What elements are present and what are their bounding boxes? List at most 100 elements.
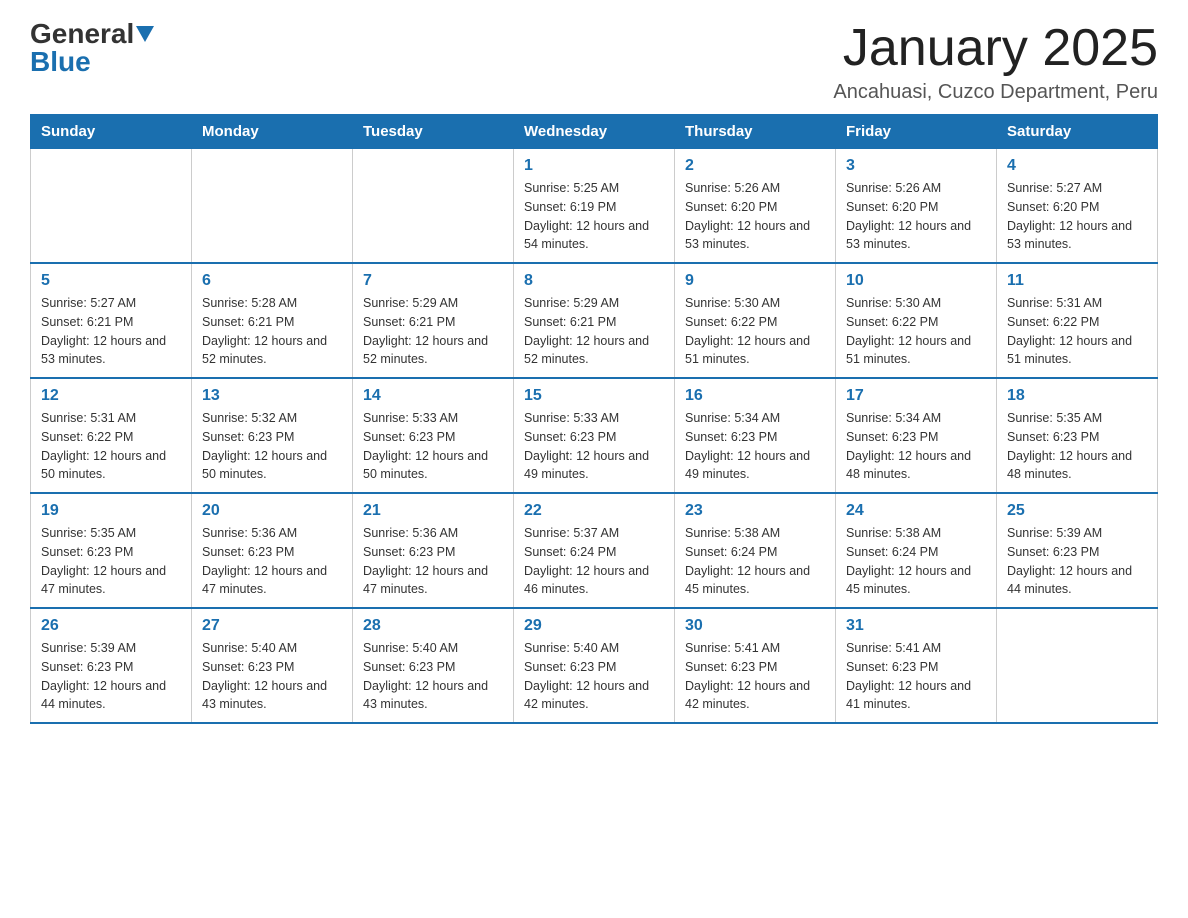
calendar-week-row: 26 Sunrise: 5:39 AMSunset: 6:23 PMDayligh…: [31, 608, 1158, 723]
day-number: 26: [41, 617, 181, 635]
calendar-cell: 26 Sunrise: 5:39 AMSunset: 6:23 PMDayligh…: [31, 608, 192, 723]
day-number: 14: [363, 387, 503, 405]
logo-general-text: General: [30, 20, 134, 48]
day-number: 6: [202, 272, 342, 290]
day-info: Sunrise: 5:41 AMSunset: 6:23 PMDaylight:…: [685, 639, 825, 714]
day-number: 3: [846, 157, 986, 175]
day-info: Sunrise: 5:34 AMSunset: 6:23 PMDaylight:…: [846, 409, 986, 484]
day-number: 28: [363, 617, 503, 635]
day-number: 22: [524, 502, 664, 520]
day-info: Sunrise: 5:36 AMSunset: 6:23 PMDaylight:…: [202, 524, 342, 599]
title-section: January 2025 Ancahuasi, Cuzco Department…: [833, 20, 1158, 104]
calendar-cell: 15 Sunrise: 5:33 AMSunset: 6:23 PMDayligh…: [514, 378, 675, 493]
calendar-cell: 29Sunrise: 5:40 AMSunset: 6:23 PMDayligh…: [514, 608, 675, 723]
day-info: Sunrise: 5:39 AMSunset: 6:23 PMDaylight:…: [41, 639, 181, 714]
calendar-cell: 21Sunrise: 5:36 AMSunset: 6:23 PMDayligh…: [353, 493, 514, 608]
calendar-cell: [353, 149, 514, 264]
logo: General Blue: [30, 20, 154, 76]
day-number: 24: [846, 502, 986, 520]
calendar-cell: 9 Sunrise: 5:30 AMSunset: 6:22 PMDaylight…: [675, 263, 836, 378]
day-number: 27: [202, 617, 342, 635]
calendar-cell: 28 Sunrise: 5:40 AMSunset: 6:23 PMDayligh…: [353, 608, 514, 723]
day-number: 9: [685, 272, 825, 290]
day-number: 13: [202, 387, 342, 405]
calendar-header-row: SundayMondayTuesdayWednesdayThursdayFrid…: [31, 115, 1158, 149]
day-number: 7: [363, 272, 503, 290]
calendar-cell: 2 Sunrise: 5:26 AMSunset: 6:20 PMDaylight…: [675, 149, 836, 264]
weekday-header-monday: Monday: [192, 115, 353, 149]
day-number: 12: [41, 387, 181, 405]
day-number: 25: [1007, 502, 1147, 520]
calendar-cell: 1 Sunrise: 5:25 AMSunset: 6:19 PMDaylight…: [514, 149, 675, 264]
calendar-cell: 24 Sunrise: 5:38 AMSunset: 6:24 PMDayligh…: [836, 493, 997, 608]
day-info: Sunrise: 5:26 AMSunset: 6:20 PMDaylight:…: [846, 179, 986, 254]
day-number: 11: [1007, 272, 1147, 290]
day-info: Sunrise: 5:40 AMSunset: 6:23 PMDaylight:…: [524, 639, 664, 714]
calendar-week-row: 1 Sunrise: 5:25 AMSunset: 6:19 PMDaylight…: [31, 149, 1158, 264]
day-info: Sunrise: 5:35 AMSunset: 6:23 PMDaylight:…: [41, 524, 181, 599]
day-number: 1: [524, 157, 664, 175]
calendar-cell: 23 Sunrise: 5:38 AMSunset: 6:24 PMDayligh…: [675, 493, 836, 608]
day-info: Sunrise: 5:33 AMSunset: 6:23 PMDaylight:…: [524, 409, 664, 484]
calendar-body: 1 Sunrise: 5:25 AMSunset: 6:19 PMDaylight…: [31, 149, 1158, 724]
day-number: 15: [524, 387, 664, 405]
day-info: Sunrise: 5:27 AMSunset: 6:21 PMDaylight:…: [41, 294, 181, 369]
calendar-cell: 8Sunrise: 5:29 AMSunset: 6:21 PMDaylight…: [514, 263, 675, 378]
calendar-cell: 25Sunrise: 5:39 AMSunset: 6:23 PMDayligh…: [997, 493, 1158, 608]
day-number: 18: [1007, 387, 1147, 405]
calendar-cell: 14 Sunrise: 5:33 AMSunset: 6:23 PMDayligh…: [353, 378, 514, 493]
day-info: Sunrise: 5:41 AMSunset: 6:23 PMDaylight:…: [846, 639, 986, 714]
calendar-cell: 20Sunrise: 5:36 AMSunset: 6:23 PMDayligh…: [192, 493, 353, 608]
day-number: 2: [685, 157, 825, 175]
day-info: Sunrise: 5:38 AMSunset: 6:24 PMDaylight:…: [846, 524, 986, 599]
day-info: Sunrise: 5:33 AMSunset: 6:23 PMDaylight:…: [363, 409, 503, 484]
day-number: 30: [685, 617, 825, 635]
calendar-cell: 22 Sunrise: 5:37 AMSunset: 6:24 PMDayligh…: [514, 493, 675, 608]
calendar-cell: [997, 608, 1158, 723]
day-info: Sunrise: 5:34 AMSunset: 6:23 PMDaylight:…: [685, 409, 825, 484]
day-number: 16: [685, 387, 825, 405]
calendar-week-row: 5Sunrise: 5:27 AMSunset: 6:21 PMDaylight…: [31, 263, 1158, 378]
day-info: Sunrise: 5:31 AMSunset: 6:22 PMDaylight:…: [41, 409, 181, 484]
calendar-cell: 12 Sunrise: 5:31 AMSunset: 6:22 PMDayligh…: [31, 378, 192, 493]
calendar-cell: 6 Sunrise: 5:28 AMSunset: 6:21 PMDaylight…: [192, 263, 353, 378]
calendar-cell: 4 Sunrise: 5:27 AMSunset: 6:20 PMDaylight…: [997, 149, 1158, 264]
weekday-header-thursday: Thursday: [675, 115, 836, 149]
day-info: Sunrise: 5:30 AMSunset: 6:22 PMDaylight:…: [685, 294, 825, 369]
weekday-header-friday: Friday: [836, 115, 997, 149]
weekday-header-tuesday: Tuesday: [353, 115, 514, 149]
day-number: 17: [846, 387, 986, 405]
day-number: 8: [524, 272, 664, 290]
day-info: Sunrise: 5:30 AMSunset: 6:22 PMDaylight:…: [846, 294, 986, 369]
day-info: Sunrise: 5:38 AMSunset: 6:24 PMDaylight:…: [685, 524, 825, 599]
calendar-week-row: 19Sunrise: 5:35 AMSunset: 6:23 PMDayligh…: [31, 493, 1158, 608]
day-number: 4: [1007, 157, 1147, 175]
page-header: General Blue January 2025 Ancahuasi, Cuz…: [30, 20, 1158, 104]
calendar-cell: 31Sunrise: 5:41 AMSunset: 6:23 PMDayligh…: [836, 608, 997, 723]
calendar-cell: 19Sunrise: 5:35 AMSunset: 6:23 PMDayligh…: [31, 493, 192, 608]
day-info: Sunrise: 5:40 AMSunset: 6:23 PMDaylight:…: [202, 639, 342, 714]
day-info: Sunrise: 5:35 AMSunset: 6:23 PMDaylight:…: [1007, 409, 1147, 484]
calendar-week-row: 12 Sunrise: 5:31 AMSunset: 6:22 PMDayligh…: [31, 378, 1158, 493]
weekday-header-sunday: Sunday: [31, 115, 192, 149]
logo-triangle-icon: [136, 26, 154, 44]
day-number: 23: [685, 502, 825, 520]
day-info: Sunrise: 5:25 AMSunset: 6:19 PMDaylight:…: [524, 179, 664, 254]
day-info: Sunrise: 5:26 AMSunset: 6:20 PMDaylight:…: [685, 179, 825, 254]
day-info: Sunrise: 5:40 AMSunset: 6:23 PMDaylight:…: [363, 639, 503, 714]
day-info: Sunrise: 5:37 AMSunset: 6:24 PMDaylight:…: [524, 524, 664, 599]
calendar-cell: 27 Sunrise: 5:40 AMSunset: 6:23 PMDayligh…: [192, 608, 353, 723]
calendar-cell: 16 Sunrise: 5:34 AMSunset: 6:23 PMDayligh…: [675, 378, 836, 493]
day-info: Sunrise: 5:27 AMSunset: 6:20 PMDaylight:…: [1007, 179, 1147, 254]
page-title: January 2025: [833, 20, 1158, 77]
location-subtitle: Ancahuasi, Cuzco Department, Peru: [833, 81, 1158, 104]
calendar-cell: 30 Sunrise: 5:41 AMSunset: 6:23 PMDayligh…: [675, 608, 836, 723]
day-info: Sunrise: 5:28 AMSunset: 6:21 PMDaylight:…: [202, 294, 342, 369]
calendar-cell: 5Sunrise: 5:27 AMSunset: 6:21 PMDaylight…: [31, 263, 192, 378]
day-number: 10: [846, 272, 986, 290]
calendar-cell: [31, 149, 192, 264]
calendar-cell: 10 Sunrise: 5:30 AMSunset: 6:22 PMDayligh…: [836, 263, 997, 378]
day-number: 21: [363, 502, 503, 520]
calendar-table: SundayMondayTuesdayWednesdayThursdayFrid…: [30, 114, 1158, 724]
weekday-header-saturday: Saturday: [997, 115, 1158, 149]
